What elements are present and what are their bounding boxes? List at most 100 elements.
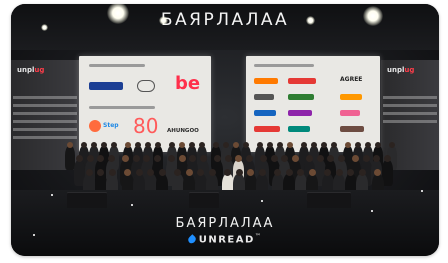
person-head [352,155,359,162]
person-head [270,155,278,162]
person-head [158,169,166,176]
logo-row-4b [288,126,310,132]
logo-row-4a [254,126,280,132]
droplet-icon [186,234,198,245]
person-head [213,142,219,148]
person-head [81,142,87,148]
person-head [111,142,117,148]
person-head [274,169,281,176]
person-head [132,155,140,162]
board-heading-right [254,64,314,67]
footer-title: БАЯРЛАЛАА [175,216,275,231]
person-head [285,169,293,176]
person-head [373,155,380,162]
person-head [297,169,304,176]
person-head [331,142,337,148]
person-head [76,155,83,162]
person-head [199,155,207,162]
person-head [247,169,254,176]
person-head [135,142,141,148]
board-subheading-left [89,106,155,109]
crowd-group-photo [63,136,403,200]
person-head [97,155,104,162]
person-head [260,155,267,162]
person-head [335,169,343,176]
person-head [224,169,231,176]
ahunggo-logo: АНUNGOO [167,128,199,134]
person-head [345,142,351,148]
agree-logo: AGREE [340,76,363,83]
person-head [287,142,293,148]
person-head [179,142,185,148]
person-head [124,169,131,176]
person-head [324,169,331,176]
step-badge-icon [89,120,101,132]
person-head [223,142,229,148]
person-head [358,169,366,176]
xacbank-logo [89,82,123,90]
trademark-mark: ™ [254,233,263,240]
person-head [277,142,283,148]
person-head [125,142,131,148]
person-head [147,169,154,176]
person-head [374,169,381,176]
board-heading-left [89,64,145,67]
person-head [185,169,193,176]
person-head [224,155,232,162]
person-head [291,155,299,162]
person-head [189,142,195,148]
logo-row-1a [254,78,278,84]
person-head [281,155,288,162]
person-head [365,142,371,148]
person-head [375,142,381,148]
person-head [327,155,334,162]
person-head [101,142,107,148]
person-head [145,142,151,148]
person-head [135,169,143,176]
person-head [243,142,249,148]
person-head [122,155,129,162]
person-head [97,169,104,176]
person-head [155,142,161,148]
stage-speaker-right [307,192,351,208]
person-head [169,142,175,148]
person-head [316,155,324,162]
person-head [67,142,73,148]
person-head [107,155,115,162]
event-photo: БАЯРЛАЛАА unplug unplug be Step 80 АНUNG… [11,4,439,256]
person-head [235,155,242,162]
person-head [245,155,253,162]
logo-row-1b [288,78,316,84]
eighty-logo: 80 [133,114,159,138]
person-head [174,169,181,176]
be-logo: be [175,73,201,94]
person-head [257,142,263,148]
person-head [355,142,361,148]
logo-row-3c [340,110,360,116]
person-head [308,169,316,176]
stage-light-small-2 [306,16,315,25]
step-logo: Step [103,122,119,129]
person-head [189,155,196,162]
logo-row-2a [254,94,274,100]
stage-light-small-1 [159,16,168,25]
person-head [321,142,327,148]
stage-light-right [363,6,383,26]
person-head [267,142,273,148]
logo-row-3a [254,110,276,116]
person-head [362,155,370,162]
person-head [301,142,307,148]
person-head [178,155,186,162]
person-head [197,169,204,176]
person-head [306,155,313,162]
logo-row-2c [340,94,362,100]
person-head [153,155,161,162]
logo-row-4c [340,126,364,132]
person-head [91,142,97,148]
logo-row-2b [288,94,314,100]
person-head [199,142,205,148]
person-head [347,169,354,176]
person-head [337,155,345,162]
person-head [233,142,239,148]
person-head [311,142,317,148]
